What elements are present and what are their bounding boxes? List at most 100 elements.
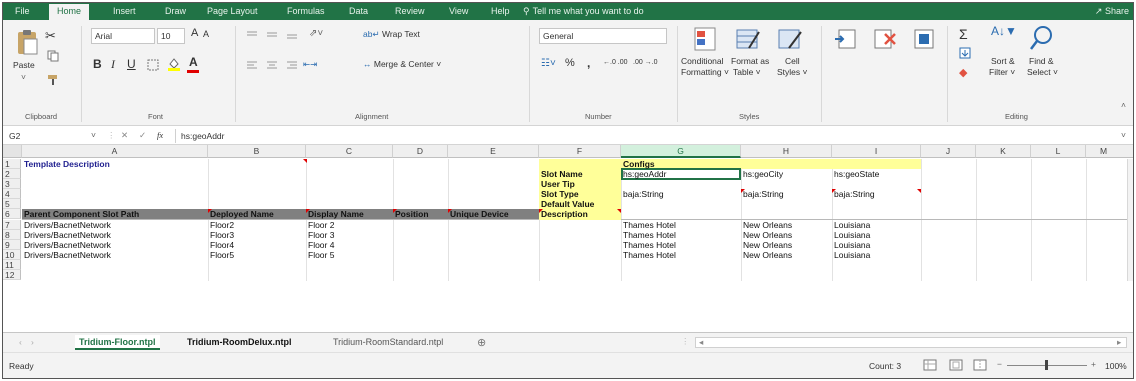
cell-h10[interactable]: New Orleans: [741, 250, 832, 260]
cell-b6[interactable]: Deployed Name: [208, 209, 306, 219]
wrap-text-button[interactable]: ab↵ Wrap Text: [363, 29, 420, 40]
tab-review[interactable]: Review: [395, 6, 425, 16]
zoom-slider-thumb[interactable]: [1045, 360, 1048, 370]
row-header-10[interactable]: 10: [3, 250, 21, 260]
insert-function-button[interactable]: fx: [157, 130, 163, 140]
row-header-8[interactable]: 8: [3, 230, 21, 240]
column-header-b[interactable]: B: [208, 145, 306, 158]
italic-button[interactable]: I: [111, 57, 115, 72]
cell-g9[interactable]: Thames Hotel: [621, 240, 741, 250]
fill-icon[interactable]: [959, 47, 971, 59]
font-size-box[interactable]: 10: [157, 28, 185, 44]
cell-b8[interactable]: Floor3: [208, 230, 306, 240]
accounting-format-icon[interactable]: ☷˅: [541, 58, 556, 69]
cell-b10[interactable]: Floor5: [208, 250, 306, 260]
font-name-box[interactable]: Arial: [91, 28, 155, 44]
select-all-corner[interactable]: [3, 145, 22, 158]
sort-filter-label-2[interactable]: Filter ˅: [989, 67, 1015, 77]
format-as-table-label-1[interactable]: Format as: [731, 56, 769, 66]
cell-h7[interactable]: New Orleans: [741, 220, 832, 230]
scroll-left-icon[interactable]: ◂: [699, 337, 703, 348]
cell-c8[interactable]: Floor 3: [306, 230, 393, 240]
cell-e6[interactable]: Unique Device: [448, 209, 539, 219]
underline-button[interactable]: U: [127, 57, 136, 71]
delete-cells-icon[interactable]: [873, 26, 899, 52]
column-header-i[interactable]: I: [832, 145, 921, 158]
find-select-label-2[interactable]: Select ˅: [1027, 67, 1058, 77]
name-box[interactable]: G2: [9, 131, 20, 141]
format-cells-icon[interactable]: [911, 26, 937, 52]
number-format-box[interactable]: General: [539, 28, 667, 44]
formula-input[interactable]: hs:geoAddr: [181, 131, 224, 141]
cell-f2[interactable]: Slot Name: [539, 169, 621, 179]
align-horizontal-icons[interactable]: [245, 60, 345, 70]
tab-file[interactable]: File: [15, 6, 30, 16]
share-button[interactable]: ↗ Share: [1095, 6, 1129, 17]
vertical-scrollbar[interactable]: [1127, 159, 1133, 281]
add-sheet-icon[interactable]: ⊕: [477, 336, 486, 349]
cell-i2[interactable]: hs:geoState: [832, 169, 921, 179]
column-header-e[interactable]: E: [448, 145, 539, 158]
expand-formula-bar-icon[interactable]: ˅: [1121, 130, 1126, 140]
conditional-formatting-label-1[interactable]: Conditional: [681, 56, 724, 66]
enter-icon[interactable]: ✓: [139, 130, 146, 141]
scroll-right-icon[interactable]: ▸: [1117, 337, 1121, 348]
sheet-tab-floor[interactable]: Tridium-Floor.ntpl: [75, 335, 160, 350]
cell-c10[interactable]: Floor 5: [306, 250, 393, 260]
cell-h9[interactable]: New Orleans: [741, 240, 832, 250]
copy-icon[interactable]: [47, 50, 59, 62]
tab-insert[interactable]: Insert: [113, 6, 136, 16]
fill-color-icon[interactable]: [167, 57, 181, 71]
decrease-decimal-button[interactable]: .00 →.0: [633, 59, 658, 66]
column-header-h[interactable]: H: [741, 145, 832, 158]
format-painter-icon[interactable]: [47, 74, 59, 86]
row-header-3[interactable]: 3: [3, 179, 21, 189]
column-header-f[interactable]: F: [539, 145, 621, 158]
cell-b7[interactable]: Floor2: [208, 220, 306, 230]
collapse-ribbon-icon[interactable]: ˄: [1121, 100, 1126, 110]
cell-f4[interactable]: Slot Type: [539, 189, 621, 199]
cancel-icon[interactable]: ✕: [121, 130, 128, 141]
cell-a7[interactable]: Drivers/BacnetNetwork: [22, 220, 208, 230]
borders-icon[interactable]: [147, 59, 159, 71]
insert-cells-icon[interactable]: [833, 26, 859, 52]
orientation-icon[interactable]: ⇗˅: [309, 28, 323, 39]
comma-button[interactable]: ,: [587, 56, 590, 70]
cell-g7[interactable]: Thames Hotel: [621, 220, 741, 230]
row-header-4[interactable]: 4: [3, 189, 21, 199]
tab-view[interactable]: View: [449, 6, 468, 16]
page-break-view-icon[interactable]: [973, 359, 987, 371]
row-header-9[interactable]: 9: [3, 240, 21, 250]
column-header-l[interactable]: L: [1031, 145, 1086, 158]
worksheet-grid[interactable]: A B C D E F G H I J K L M 1 2 3 4 5 6 7 …: [3, 145, 1133, 332]
horizontal-scrollbar[interactable]: [695, 337, 1127, 348]
next-sheet-icon[interactable]: ›: [31, 337, 34, 347]
cell-styles-label-1[interactable]: Cell: [785, 56, 800, 66]
cell-c9[interactable]: Floor 4: [306, 240, 393, 250]
cell-a6[interactable]: Parent Component Slot Path: [22, 209, 208, 219]
cell-c7[interactable]: Floor 2: [306, 220, 393, 230]
autosum-icon[interactable]: Σ: [959, 26, 968, 42]
sheet-tab-roomstandard[interactable]: Tridium-RoomStandard.ntpl: [329, 335, 447, 350]
cell-styles-label-2[interactable]: Styles ˅: [777, 67, 807, 77]
cell-c6[interactable]: Display Name: [306, 209, 393, 219]
zoom-out-icon[interactable]: −: [997, 359, 1002, 369]
column-header-k[interactable]: K: [976, 145, 1031, 158]
format-as-table-label-2[interactable]: Table ˅: [733, 67, 761, 77]
cell-g1[interactable]: Configs: [621, 159, 741, 169]
cell-a1[interactable]: Template Description: [22, 159, 208, 169]
column-header-j[interactable]: J: [921, 145, 976, 158]
cell-a10[interactable]: Drivers/BacnetNetwork: [22, 250, 208, 260]
cell-a8[interactable]: Drivers/BacnetNetwork: [22, 230, 208, 240]
conditional-formatting-label-2[interactable]: Formatting ˅: [681, 67, 729, 77]
tab-draw[interactable]: Draw: [165, 6, 186, 16]
tab-page-layout[interactable]: Page Layout: [207, 6, 258, 16]
tab-help[interactable]: Help: [491, 6, 510, 16]
name-box-dropdown-icon[interactable]: ˅: [91, 130, 96, 140]
zoom-in-icon[interactable]: +: [1091, 359, 1096, 369]
prev-sheet-icon[interactable]: ‹: [19, 337, 22, 347]
tab-split-handle[interactable]: ⋮: [681, 336, 690, 347]
tab-home[interactable]: Home: [49, 4, 90, 20]
row-header-2[interactable]: 2: [3, 169, 21, 179]
cell-i9[interactable]: Louisiana: [832, 240, 921, 250]
